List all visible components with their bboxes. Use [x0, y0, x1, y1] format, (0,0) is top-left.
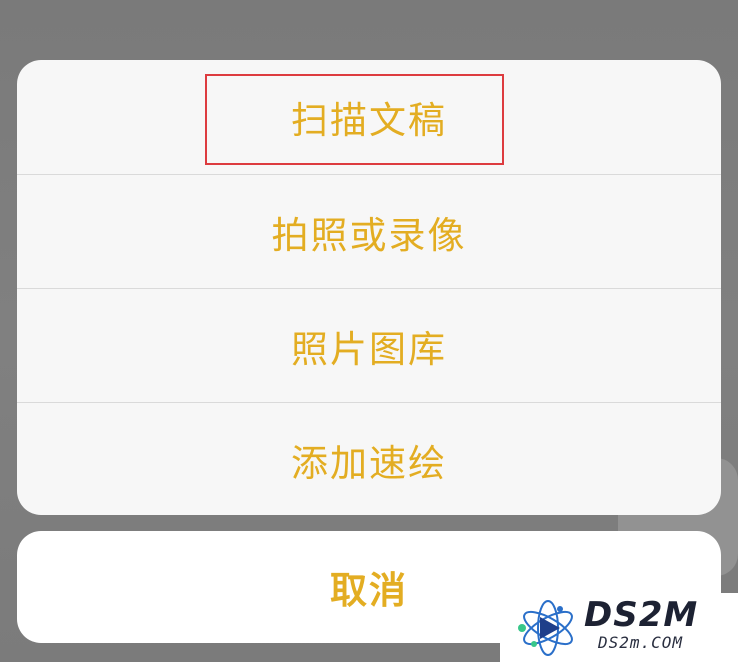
scan-documents-option[interactable]: 扫描文稿	[17, 60, 721, 174]
cancel-label: 取消	[330, 569, 408, 612]
atom-logo-icon	[518, 600, 573, 656]
photo-library-option[interactable]: 照片图库	[17, 288, 721, 403]
watermark-url: DS2m.COM	[598, 633, 684, 652]
add-sketch-option[interactable]: 添加速绘	[17, 402, 721, 515]
watermark-brand: DS2M	[584, 595, 699, 635]
add-sketch-label: 添加速绘	[291, 442, 447, 485]
photo-library-label: 照片图库	[291, 328, 447, 371]
watermark: DS2M DS2m.COM	[500, 593, 738, 662]
take-photo-or-video-option[interactable]: 拍照或录像	[17, 174, 721, 289]
action-sheet: 扫描文稿 拍照或录像 照片图库 添加速绘	[17, 60, 721, 515]
take-photo-or-video-label: 拍照或录像	[271, 214, 467, 257]
scan-documents-label: 扫描文稿	[291, 99, 447, 142]
